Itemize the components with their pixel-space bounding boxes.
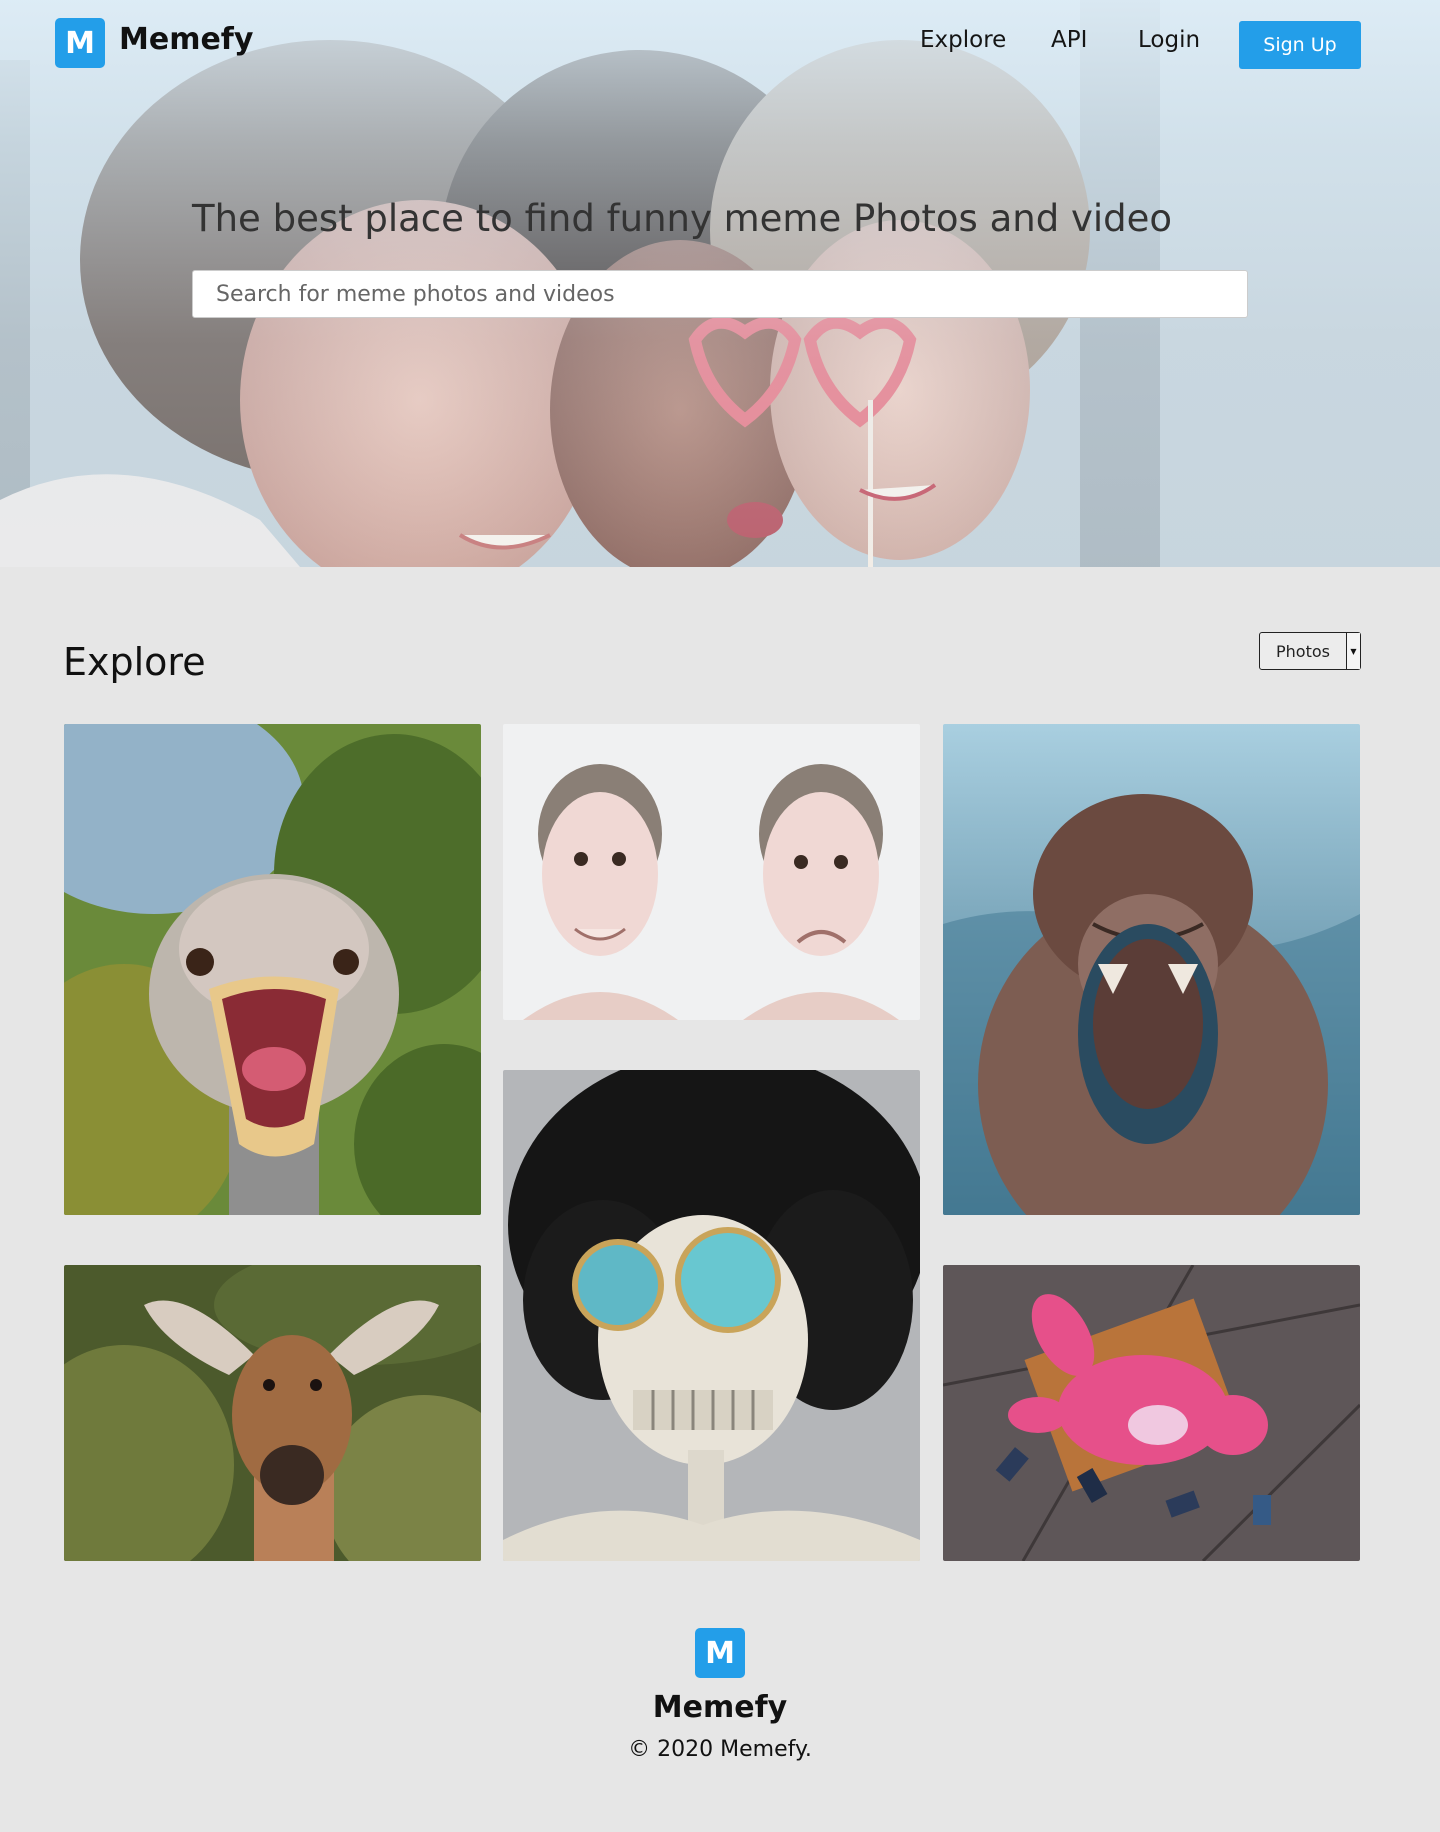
search-input[interactable] bbox=[192, 270, 1248, 318]
media-type-select[interactable]: Photos ▼ bbox=[1259, 632, 1361, 670]
brand-name[interactable]: Memefy bbox=[119, 22, 253, 57]
footer-logo-icon[interactable]: M bbox=[695, 1628, 745, 1678]
meme-tile-two-faces[interactable] bbox=[503, 724, 920, 1020]
pink-panther-image bbox=[943, 1265, 1360, 1561]
meme-tile-skeleton[interactable] bbox=[503, 1070, 920, 1561]
meme-tile-antelope[interactable] bbox=[64, 1265, 481, 1561]
meme-tile-pink-panther[interactable] bbox=[943, 1265, 1360, 1561]
meme-tile-monkey[interactable] bbox=[943, 724, 1360, 1215]
nav-login-link[interactable]: Login bbox=[1138, 27, 1200, 53]
media-type-selected-value: Photos bbox=[1276, 641, 1330, 661]
chevron-down-icon[interactable]: ▼ bbox=[1346, 633, 1360, 669]
monkey-image bbox=[943, 724, 1360, 1215]
signup-button[interactable]: Sign Up bbox=[1239, 21, 1361, 69]
explore-section-title: Explore bbox=[63, 640, 206, 684]
ostrich-image bbox=[64, 724, 481, 1215]
footer-copyright: © 2020 Memefy. bbox=[628, 1737, 812, 1762]
antelope-image bbox=[64, 1265, 481, 1561]
nav-api-link[interactable]: API bbox=[1051, 27, 1087, 53]
hero-title: The best place to find funny meme Photos… bbox=[192, 197, 1173, 240]
meme-tile-ostrich[interactable] bbox=[64, 724, 481, 1215]
two-faces-image bbox=[503, 724, 920, 1020]
footer-brand-name: Memefy bbox=[652, 1690, 788, 1725]
skeleton-image bbox=[503, 1070, 920, 1561]
brand-logo-icon[interactable]: M bbox=[55, 18, 105, 68]
nav-explore-link[interactable]: Explore bbox=[920, 27, 1006, 53]
